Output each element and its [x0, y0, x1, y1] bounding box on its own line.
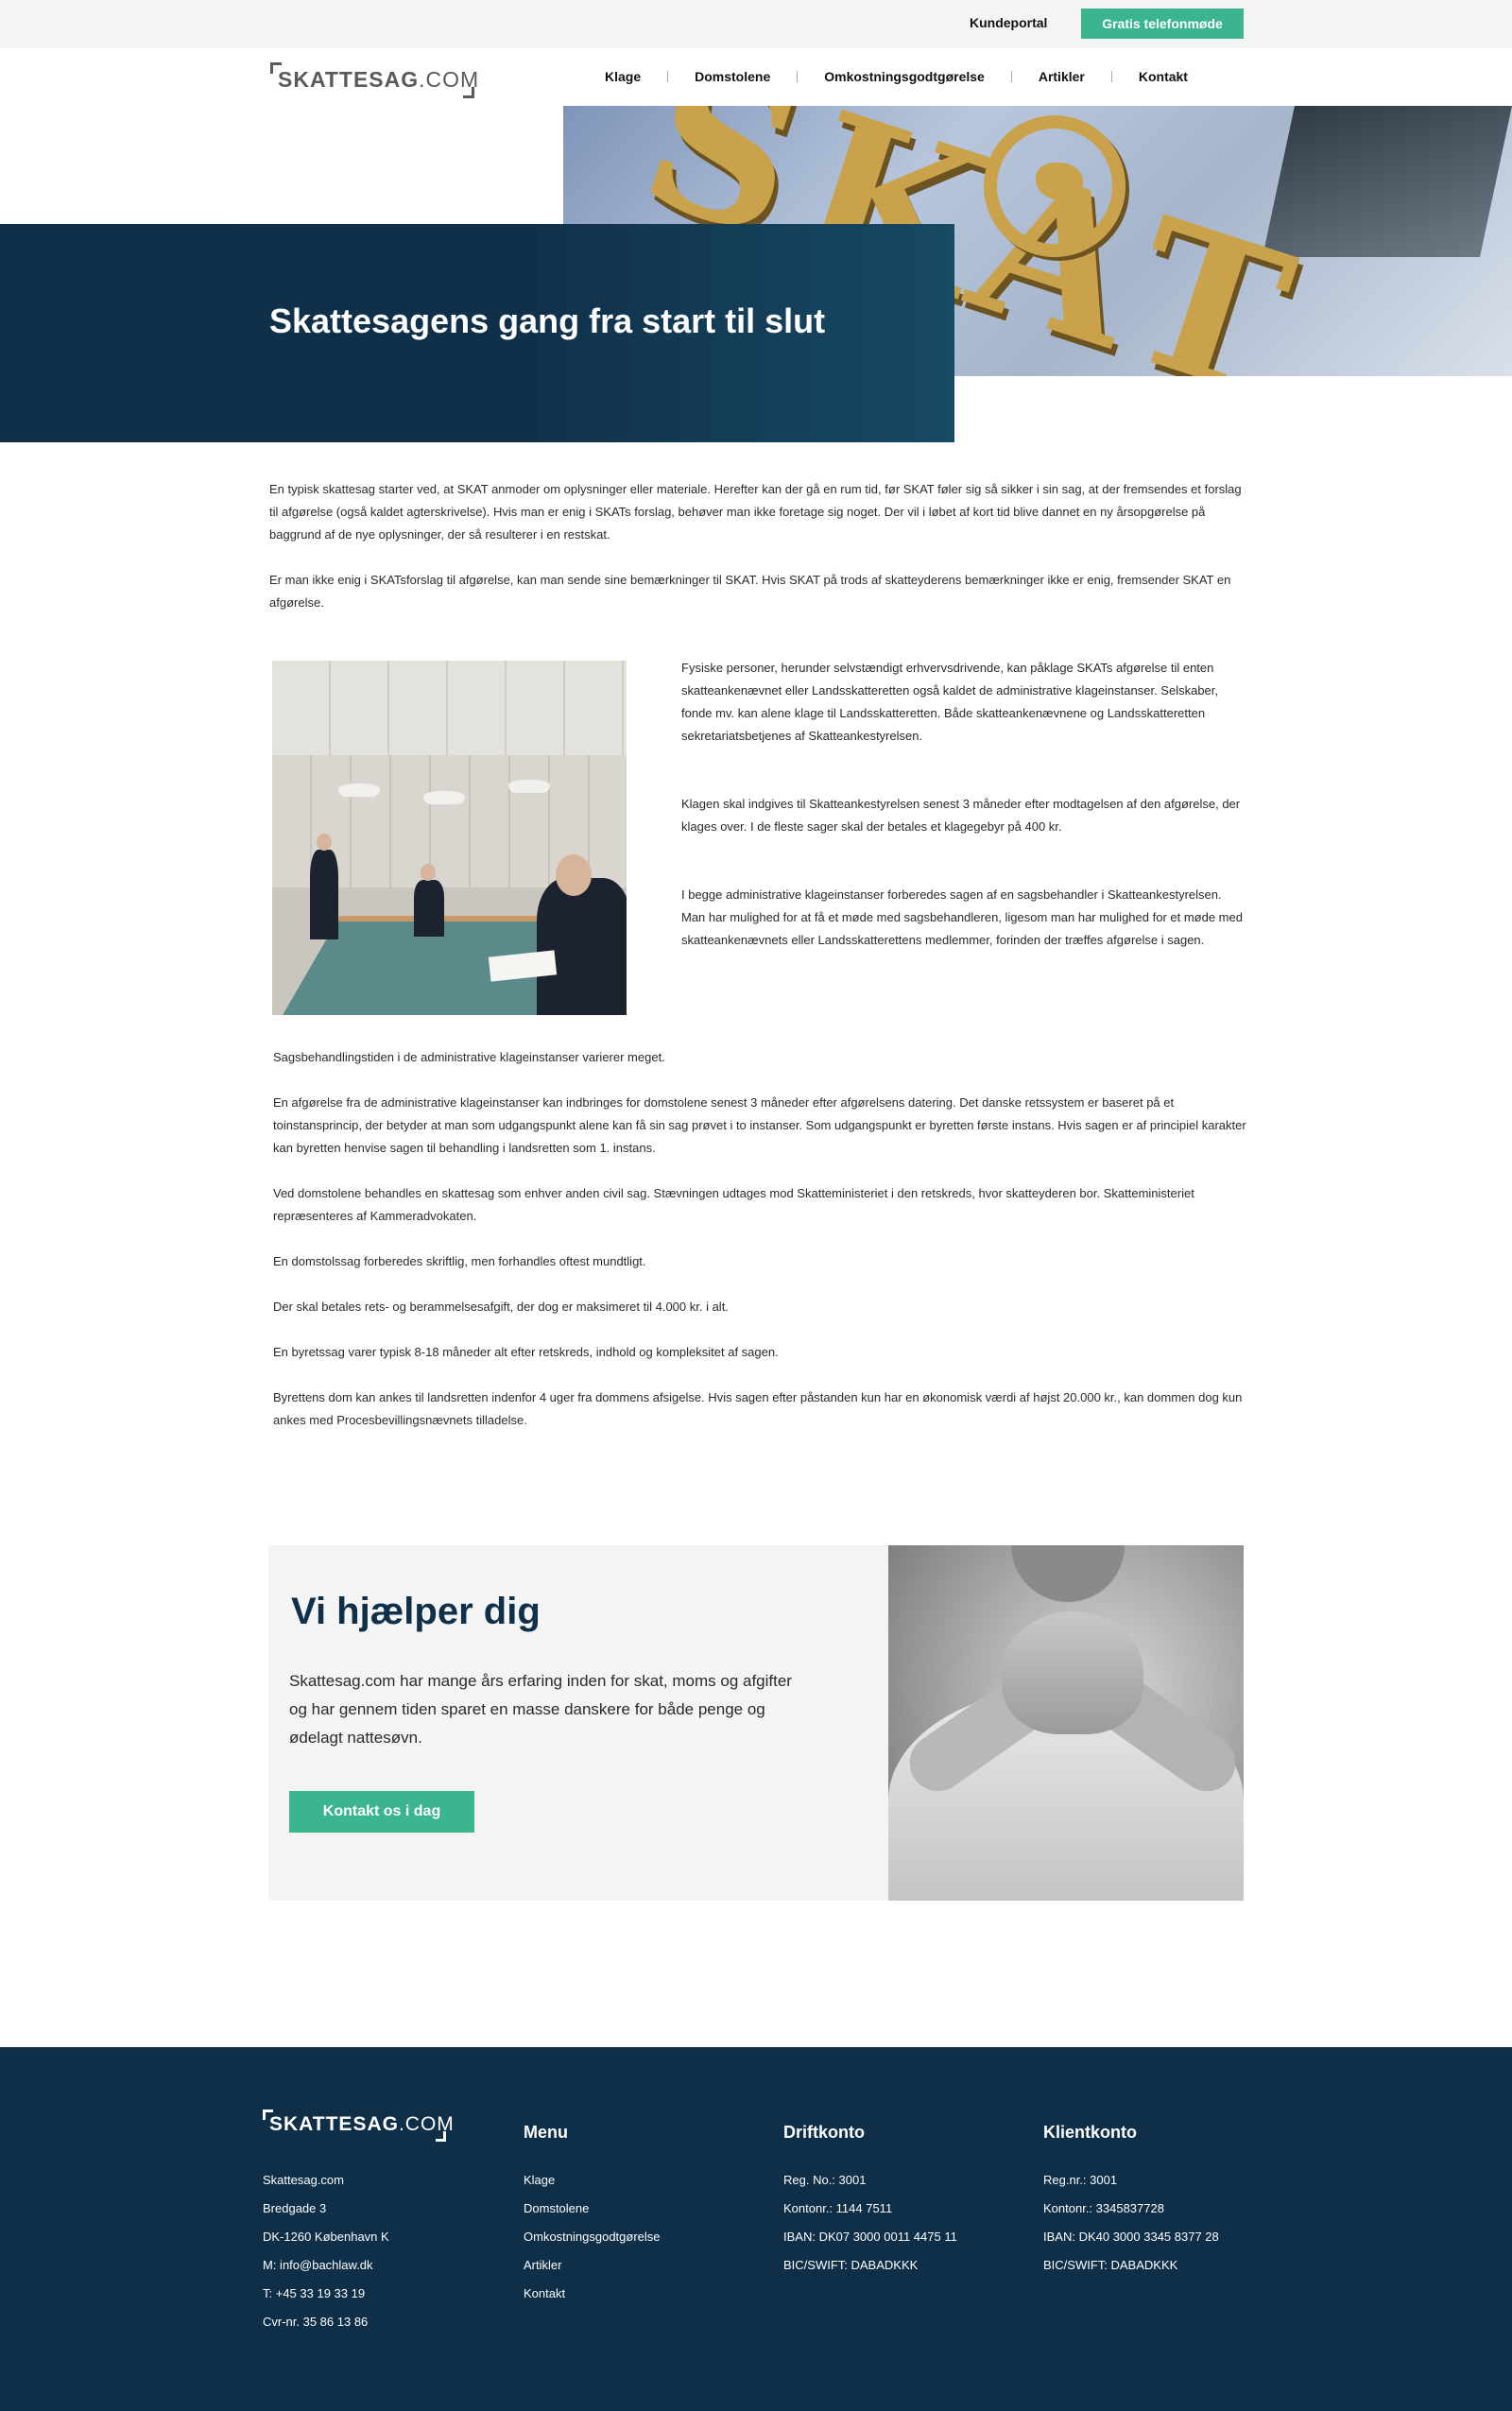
right-column-paragraph: I begge administrative klageinstanser fo…	[681, 887, 1243, 947]
nav-item-klage[interactable]: Klage	[605, 69, 641, 84]
logo-bracket-icon	[463, 87, 474, 98]
footer-contact-email[interactable]: M: info@bachlaw.dk	[263, 2251, 389, 2280]
footer-logo[interactable]: SKATTESAG.COM	[263, 2110, 454, 2142]
photo-person-head	[317, 834, 332, 851]
right-column-paragraph: Fysiske personer, herunder selvstændigt …	[681, 661, 1219, 743]
free-phone-meeting-button[interactable]: Gratis telefonmøde	[1081, 9, 1244, 39]
footer-contact-city: DK-1260 København K	[263, 2230, 389, 2244]
image-clasped-hands	[1002, 1611, 1143, 1734]
klientkonto-bic: BIC/SWIFT: DABADKKK	[1043, 2258, 1178, 2272]
nav-item-domstolene[interactable]: Domstolene	[695, 69, 770, 84]
body-paragraph: Der skal betales rets- og berammelsesafg…	[273, 1300, 729, 1314]
hero-title-box: Skattesagens gang fra start til slut	[0, 224, 954, 442]
driftkonto-reg: Reg. No.: 3001	[783, 2173, 867, 2187]
body-paragraph: Sagsbehandlingstiden i de administrative…	[273, 1050, 665, 1064]
footer-logo-text: SKATTESAG.COM	[269, 2113, 455, 2135]
photo-person-head	[556, 854, 592, 896]
main-nav: Klage Domstolene Omkostningsgodtgørelse …	[605, 69, 1188, 84]
help-section: Vi hjælper dig Skattesag.com har mange å…	[268, 1545, 888, 1901]
site-header: SKATTESAG.COM Klage Domstolene Omkostnin…	[0, 48, 1512, 106]
photo-lamp	[508, 780, 550, 793]
photo-lamp	[423, 791, 465, 804]
footer-menu-title: Menu	[524, 2123, 568, 2142]
help-text: Skattesag.com har mange års erfaring ind…	[289, 1672, 792, 1747]
courtroom-photo	[272, 661, 627, 1015]
footer-contact-phone[interactable]: T: +45 33 19 33 19	[263, 2280, 389, 2308]
footer-klientkonto-title: Klientkonto	[1043, 2123, 1137, 2142]
body-paragraph: En domstolssag forberedes skriftlig, men…	[273, 1254, 646, 1268]
body-paragraph: En afgørelse fra de administrative klage…	[273, 1095, 1246, 1155]
logo-bracket-icon	[436, 2131, 446, 2142]
footer-menu-klage[interactable]: Klage	[524, 2166, 661, 2195]
footer-contact-name: Skattesag.com	[263, 2173, 344, 2187]
photo-person	[310, 850, 338, 939]
body-paragraph: Byrettens dom kan ankes til landsretten …	[273, 1390, 1243, 1427]
body-paragraph: Ved domstolene behandles en skattesag so…	[273, 1186, 1194, 1223]
nav-divider	[1110, 71, 1112, 82]
photo-person	[414, 880, 444, 937]
klientkonto-reg: Reg.nr.: 3001	[1043, 2173, 1118, 2187]
contact-us-button[interactable]: Kontakt os i dag	[289, 1791, 474, 1833]
site-footer: SKATTESAG.COM Skattesag.com Bredgade 3 D…	[0, 2047, 1512, 2411]
nav-divider	[797, 71, 799, 82]
nav-item-omkostningsgodtgorelse[interactable]: Omkostningsgodtgørelse	[824, 69, 985, 84]
image-chin	[1011, 1545, 1125, 1602]
klientkonto-kontonr: Kontonr.: 3345837728	[1043, 2201, 1164, 2215]
page-title: Skattesagens gang fra start til slut	[269, 301, 826, 340]
help-title: Vi hjælper dig	[291, 1591, 541, 1632]
photo-lamp	[338, 784, 380, 797]
photo-person-head	[421, 864, 436, 881]
right-column-paragraph: Klagen skal indgives til Skatteankestyre…	[681, 797, 1241, 834]
footer-menu-kontakt[interactable]: Kontakt	[524, 2280, 661, 2308]
photo-person	[537, 878, 627, 1015]
intro-paragraph: Er man ikke enig i SKATsforslag til afgø…	[269, 573, 1231, 610]
footer-menu-domstolene[interactable]: Domstolene	[524, 2195, 661, 2223]
logo-text: SKATTESAG.COM	[278, 67, 480, 92]
nav-item-kontakt[interactable]: Kontakt	[1139, 69, 1188, 84]
top-utility-bar: Kundeportal Gratis telefonmøde	[0, 0, 1512, 48]
nav-divider	[1010, 71, 1012, 82]
nav-divider	[667, 71, 669, 82]
kundeportal-link[interactable]: Kundeportal	[970, 15, 1047, 30]
footer-contact-cvr: Cvr-nr. 35 86 13 86	[263, 2315, 369, 2329]
thinking-person-image	[888, 1545, 1244, 1901]
nav-item-artikler[interactable]: Artikler	[1039, 69, 1085, 84]
site-logo[interactable]: SKATTESAG.COM	[270, 62, 478, 98]
body-paragraph: En byretssag varer typisk 8-18 måneder a…	[273, 1345, 779, 1359]
klientkonto-iban: IBAN: DK40 3000 3345 8377 28	[1043, 2230, 1219, 2244]
intro-paragraph: En typisk skattesag starter ved, at SKAT…	[269, 482, 1242, 542]
footer-menu-omkostningsgodtgorelse[interactable]: Omkostningsgodtgørelse	[524, 2223, 661, 2251]
footer-driftkonto-title: Driftkonto	[783, 2123, 865, 2142]
driftkonto-bic: BIC/SWIFT: DABADKKK	[783, 2258, 919, 2272]
footer-contact-street: Bredgade 3	[263, 2201, 327, 2215]
photo-ceiling	[272, 661, 627, 755]
footer-menu-artikler[interactable]: Artikler	[524, 2251, 661, 2280]
driftkonto-kontonr: Kontonr.: 1144 7511	[783, 2201, 893, 2215]
driftkonto-iban: IBAN: DK07 3000 0011 4475 11	[783, 2230, 957, 2244]
